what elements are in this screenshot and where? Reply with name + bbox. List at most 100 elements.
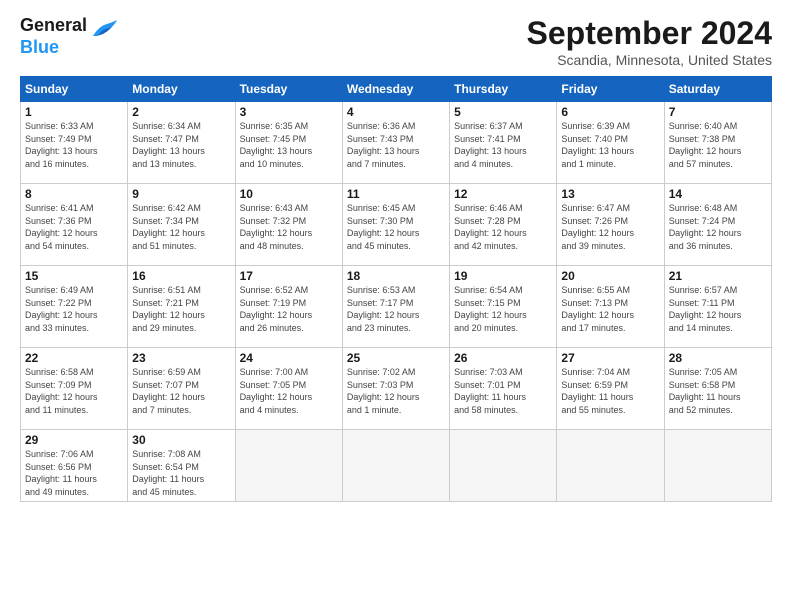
day-number: 28 xyxy=(669,351,767,365)
calendar-cell: 2Sunrise: 6:34 AM Sunset: 7:47 PM Daylig… xyxy=(128,102,235,184)
header: GeneralBlue September 2024 Scandia, Minn… xyxy=(20,15,772,68)
calendar: Sunday Monday Tuesday Wednesday Thursday… xyxy=(20,76,772,502)
day-number: 9 xyxy=(132,187,230,201)
day-info: Sunrise: 7:06 AM Sunset: 6:56 PM Dayligh… xyxy=(25,448,123,498)
day-info: Sunrise: 6:36 AM Sunset: 7:43 PM Dayligh… xyxy=(347,120,445,170)
day-number: 13 xyxy=(561,187,659,201)
day-number: 23 xyxy=(132,351,230,365)
calendar-cell: 25Sunrise: 7:02 AM Sunset: 7:03 PM Dayli… xyxy=(342,348,449,430)
day-info: Sunrise: 6:52 AM Sunset: 7:19 PM Dayligh… xyxy=(240,284,338,334)
week-row-4: 22Sunrise: 6:58 AM Sunset: 7:09 PM Dayli… xyxy=(21,348,772,430)
calendar-cell: 24Sunrise: 7:00 AM Sunset: 7:05 PM Dayli… xyxy=(235,348,342,430)
week-row-5: 29Sunrise: 7:06 AM Sunset: 6:56 PM Dayli… xyxy=(21,430,772,502)
calendar-cell: 3Sunrise: 6:35 AM Sunset: 7:45 PM Daylig… xyxy=(235,102,342,184)
calendar-cell: 5Sunrise: 6:37 AM Sunset: 7:41 PM Daylig… xyxy=(450,102,557,184)
col-monday: Monday xyxy=(128,77,235,102)
day-number: 5 xyxy=(454,105,552,119)
calendar-cell: 10Sunrise: 6:43 AM Sunset: 7:32 PM Dayli… xyxy=(235,184,342,266)
day-number: 24 xyxy=(240,351,338,365)
day-number: 10 xyxy=(240,187,338,201)
logo: GeneralBlue xyxy=(20,15,119,58)
col-saturday: Saturday xyxy=(664,77,771,102)
calendar-cell: 14Sunrise: 6:48 AM Sunset: 7:24 PM Dayli… xyxy=(664,184,771,266)
day-number: 11 xyxy=(347,187,445,201)
title-block: September 2024 Scandia, Minnesota, Unite… xyxy=(527,15,772,68)
day-number: 30 xyxy=(132,433,230,447)
calendar-cell: 8Sunrise: 6:41 AM Sunset: 7:36 PM Daylig… xyxy=(21,184,128,266)
calendar-cell: 21Sunrise: 6:57 AM Sunset: 7:11 PM Dayli… xyxy=(664,266,771,348)
day-info: Sunrise: 7:00 AM Sunset: 7:05 PM Dayligh… xyxy=(240,366,338,416)
calendar-cell: 27Sunrise: 7:04 AM Sunset: 6:59 PM Dayli… xyxy=(557,348,664,430)
calendar-cell: 6Sunrise: 6:39 AM Sunset: 7:40 PM Daylig… xyxy=(557,102,664,184)
day-number: 12 xyxy=(454,187,552,201)
day-info: Sunrise: 6:59 AM Sunset: 7:07 PM Dayligh… xyxy=(132,366,230,416)
calendar-cell: 22Sunrise: 6:58 AM Sunset: 7:09 PM Dayli… xyxy=(21,348,128,430)
day-number: 4 xyxy=(347,105,445,119)
day-info: Sunrise: 6:51 AM Sunset: 7:21 PM Dayligh… xyxy=(132,284,230,334)
day-info: Sunrise: 6:43 AM Sunset: 7:32 PM Dayligh… xyxy=(240,202,338,252)
day-number: 15 xyxy=(25,269,123,283)
day-number: 2 xyxy=(132,105,230,119)
day-number: 25 xyxy=(347,351,445,365)
calendar-cell xyxy=(450,430,557,502)
day-info: Sunrise: 6:39 AM Sunset: 7:40 PM Dayligh… xyxy=(561,120,659,170)
calendar-cell: 7Sunrise: 6:40 AM Sunset: 7:38 PM Daylig… xyxy=(664,102,771,184)
day-info: Sunrise: 6:40 AM Sunset: 7:38 PM Dayligh… xyxy=(669,120,767,170)
week-row-3: 15Sunrise: 6:49 AM Sunset: 7:22 PM Dayli… xyxy=(21,266,772,348)
calendar-cell xyxy=(342,430,449,502)
calendar-cell: 1Sunrise: 6:33 AM Sunset: 7:49 PM Daylig… xyxy=(21,102,128,184)
day-number: 6 xyxy=(561,105,659,119)
day-info: Sunrise: 6:57 AM Sunset: 7:11 PM Dayligh… xyxy=(669,284,767,334)
calendar-cell: 26Sunrise: 7:03 AM Sunset: 7:01 PM Dayli… xyxy=(450,348,557,430)
day-number: 29 xyxy=(25,433,123,447)
logo-bird-icon xyxy=(91,18,119,45)
day-info: Sunrise: 6:35 AM Sunset: 7:45 PM Dayligh… xyxy=(240,120,338,170)
subtitle: Scandia, Minnesota, United States xyxy=(527,52,772,68)
calendar-cell: 29Sunrise: 7:06 AM Sunset: 6:56 PM Dayli… xyxy=(21,430,128,502)
col-thursday: Thursday xyxy=(450,77,557,102)
day-number: 26 xyxy=(454,351,552,365)
day-info: Sunrise: 6:53 AM Sunset: 7:17 PM Dayligh… xyxy=(347,284,445,334)
day-info: Sunrise: 6:37 AM Sunset: 7:41 PM Dayligh… xyxy=(454,120,552,170)
calendar-cell: 20Sunrise: 6:55 AM Sunset: 7:13 PM Dayli… xyxy=(557,266,664,348)
day-number: 21 xyxy=(669,269,767,283)
calendar-cell: 23Sunrise: 6:59 AM Sunset: 7:07 PM Dayli… xyxy=(128,348,235,430)
calendar-cell: 16Sunrise: 6:51 AM Sunset: 7:21 PM Dayli… xyxy=(128,266,235,348)
day-info: Sunrise: 6:45 AM Sunset: 7:30 PM Dayligh… xyxy=(347,202,445,252)
calendar-cell xyxy=(557,430,664,502)
day-number: 19 xyxy=(454,269,552,283)
calendar-cell: 12Sunrise: 6:46 AM Sunset: 7:28 PM Dayli… xyxy=(450,184,557,266)
calendar-cell: 17Sunrise: 6:52 AM Sunset: 7:19 PM Dayli… xyxy=(235,266,342,348)
day-number: 1 xyxy=(25,105,123,119)
day-info: Sunrise: 6:47 AM Sunset: 7:26 PM Dayligh… xyxy=(561,202,659,252)
day-number: 27 xyxy=(561,351,659,365)
calendar-cell: 30Sunrise: 7:08 AM Sunset: 6:54 PM Dayli… xyxy=(128,430,235,502)
day-number: 16 xyxy=(132,269,230,283)
calendar-cell: 18Sunrise: 6:53 AM Sunset: 7:17 PM Dayli… xyxy=(342,266,449,348)
day-number: 20 xyxy=(561,269,659,283)
day-info: Sunrise: 7:08 AM Sunset: 6:54 PM Dayligh… xyxy=(132,448,230,498)
day-info: Sunrise: 6:33 AM Sunset: 7:49 PM Dayligh… xyxy=(25,120,123,170)
day-info: Sunrise: 7:05 AM Sunset: 6:58 PM Dayligh… xyxy=(669,366,767,416)
header-row: Sunday Monday Tuesday Wednesday Thursday… xyxy=(21,77,772,102)
col-wednesday: Wednesday xyxy=(342,77,449,102)
day-number: 17 xyxy=(240,269,338,283)
calendar-cell: 4Sunrise: 6:36 AM Sunset: 7:43 PM Daylig… xyxy=(342,102,449,184)
day-info: Sunrise: 6:48 AM Sunset: 7:24 PM Dayligh… xyxy=(669,202,767,252)
calendar-cell: 19Sunrise: 6:54 AM Sunset: 7:15 PM Dayli… xyxy=(450,266,557,348)
calendar-cell: 28Sunrise: 7:05 AM Sunset: 6:58 PM Dayli… xyxy=(664,348,771,430)
day-number: 8 xyxy=(25,187,123,201)
day-number: 7 xyxy=(669,105,767,119)
main-title: September 2024 xyxy=(527,15,772,52)
calendar-cell: 13Sunrise: 6:47 AM Sunset: 7:26 PM Dayli… xyxy=(557,184,664,266)
week-row-2: 8Sunrise: 6:41 AM Sunset: 7:36 PM Daylig… xyxy=(21,184,772,266)
day-info: Sunrise: 6:42 AM Sunset: 7:34 PM Dayligh… xyxy=(132,202,230,252)
day-info: Sunrise: 7:04 AM Sunset: 6:59 PM Dayligh… xyxy=(561,366,659,416)
week-row-1: 1Sunrise: 6:33 AM Sunset: 7:49 PM Daylig… xyxy=(21,102,772,184)
page: GeneralBlue September 2024 Scandia, Minn… xyxy=(0,0,792,612)
calendar-cell xyxy=(664,430,771,502)
day-number: 18 xyxy=(347,269,445,283)
day-info: Sunrise: 6:55 AM Sunset: 7:13 PM Dayligh… xyxy=(561,284,659,334)
calendar-cell: 9Sunrise: 6:42 AM Sunset: 7:34 PM Daylig… xyxy=(128,184,235,266)
day-info: Sunrise: 6:54 AM Sunset: 7:15 PM Dayligh… xyxy=(454,284,552,334)
